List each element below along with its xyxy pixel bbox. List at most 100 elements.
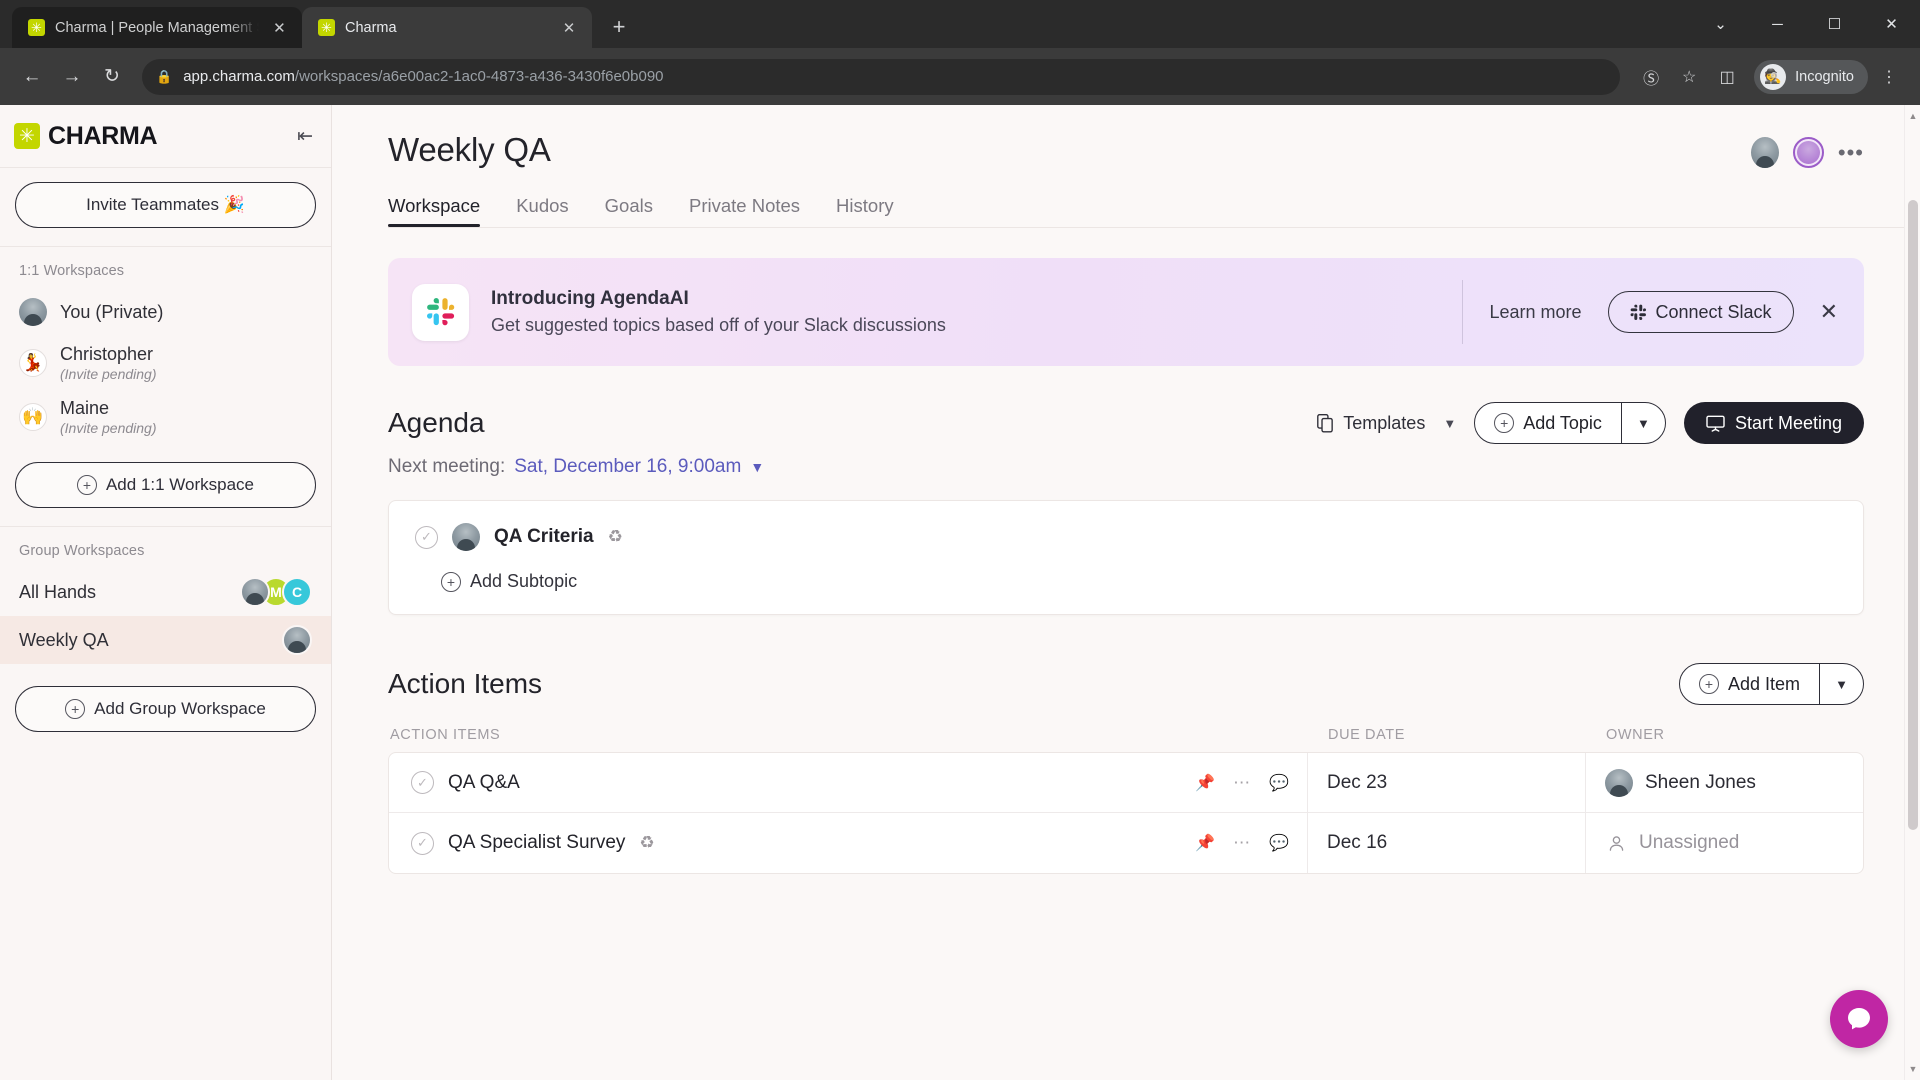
add-subtopic-button[interactable]: + Add Subtopic [389,565,1863,614]
add-one-on-one-workspace-button[interactable]: + Add 1:1 Workspace [15,462,316,508]
user-icon [1605,832,1627,854]
minimize-icon[interactable]: ─ [1749,0,1806,48]
main-scrollbar[interactable]: ▲ ▼ [1904,105,1920,1080]
comment-icon[interactable]: 💬 [1269,833,1289,853]
sidebar-item-label: Weekly QA [19,629,109,650]
collapse-sidebar-icon[interactable]: ⇤ [297,125,313,148]
main-content: Weekly QA ••• Workspace Kudos Goals Priv… [332,105,1920,1080]
charma-favicon-icon: ✳ [28,19,45,36]
comment-icon[interactable]: 💬 [1269,773,1289,793]
due-date-cell[interactable]: Dec 23 [1308,753,1586,812]
agenda-topic-row[interactable]: ✓ QA Criteria ♻ [389,501,1863,565]
next-meeting-row: Next meeting: Sat, December 16, 9:00am ▼ [388,456,1864,478]
tabs-divider [388,227,1920,228]
invite-teammates-button[interactable]: Invite Teammates 🎉 [15,182,316,228]
copy-icon [1317,413,1334,433]
bookmark-star-icon[interactable]: ☆ [1672,60,1706,94]
app-body: ✳ CHARMA ⇤ Invite Teammates 🎉 1:1 Worksp… [0,105,1920,1080]
url-host: app.charma.com [183,68,295,85]
due-date-cell[interactable]: Dec 16 [1308,813,1586,873]
browser-tab-1[interactable]: ✳ Charma | People Management S ✕ [12,7,302,48]
add-group-workspace-button[interactable]: + Add Group Workspace [15,686,316,732]
add-item-dropdown-icon[interactable]: ▼ [1819,664,1863,704]
avatar[interactable] [1750,137,1779,168]
add-item-label: Add Item [1727,673,1800,694]
tab-goals[interactable]: Goals [605,195,653,227]
owner-cell[interactable]: Sheen Jones [1586,753,1863,812]
recurring-icon: ♻ [607,527,623,546]
sidebar-item-maine[interactable]: 🙌 Maine (Invite pending) [0,390,331,444]
incognito-profile-button[interactable]: 🕵 Incognito [1754,59,1868,94]
one-on-one-section-label: 1:1 Workspaces [19,263,125,279]
avatar [452,523,480,551]
learn-more-link[interactable]: Learn more [1489,302,1581,323]
avatar-active[interactable] [1792,137,1824,168]
more-options-icon[interactable]: ⋯ [1233,833,1251,853]
pin-icon[interactable]: 📌 [1195,773,1215,793]
tab-private-notes[interactable]: Private Notes [689,195,800,227]
add-topic-dropdown-icon[interactable]: ▼ [1620,403,1665,443]
complete-action-item-checkbox[interactable]: ✓ [411,771,434,794]
column-header-due-date: DUE DATE [1328,727,1406,743]
banner-text: Introducing AgendaAI Get suggested topic… [491,288,946,336]
maximize-icon[interactable]: ☐ [1806,0,1863,48]
more-options-icon[interactable]: ••• [1838,141,1864,163]
reload-icon[interactable]: ↻ [94,59,130,95]
scroll-up-icon[interactable]: ▲ [1905,107,1920,125]
table-row[interactable]: ✓ QA Specialist Survey ♻ 📌 ⋯ 💬 Dec 16 Un… [389,813,1863,873]
table-row[interactable]: ✓ QA Q&A 📌 ⋯ 💬 Dec 23 Sheen Jones [389,753,1863,813]
add-item-button[interactable]: + Add Item [1680,664,1819,704]
sidebar-item-weekly-qa[interactable]: Weekly QA [0,616,331,664]
tab-workspace[interactable]: Workspace [388,195,481,227]
sidebar-item-you-private[interactable]: You (Private) [0,288,331,336]
complete-topic-checkbox[interactable]: ✓ [415,525,438,549]
avatar: C [282,577,312,607]
agendaai-banner: Introducing AgendaAI Get suggested topic… [388,258,1864,366]
window-close-icon[interactable]: ✕ [1863,0,1920,48]
chevron-down-icon[interactable]: ▼ [750,459,764,475]
start-meeting-button[interactable]: Start Meeting [1683,402,1864,444]
browser-menu-icon[interactable]: ⋮ [1872,60,1906,94]
intercom-launcher-button[interactable] [1830,990,1888,1048]
avatar: 🙌 [19,403,47,431]
side-panel-icon[interactable]: ◫ [1710,60,1744,94]
scroll-down-icon[interactable]: ▼ [1905,1060,1920,1078]
chevron-down-icon[interactable]: ⌄ [1692,0,1749,48]
new-tab-button[interactable]: + [602,10,636,44]
slack-icon [412,283,469,341]
close-icon[interactable]: ✕ [1820,299,1838,325]
tab-history[interactable]: History [836,195,894,227]
close-icon[interactable]: ✕ [269,17,290,39]
add-topic-button[interactable]: + Add Topic [1475,403,1621,443]
forward-icon[interactable]: → [54,59,90,95]
member-avatar-group: M C [240,577,312,607]
browser-tab-2[interactable]: ✳ Charma ✕ [302,7,592,48]
complete-action-item-checkbox[interactable]: ✓ [411,831,434,855]
owner-label: Sheen Jones [1645,771,1756,793]
scrollbar-thumb[interactable] [1908,200,1918,830]
header-actions: ••• [1750,131,1864,168]
pin-icon[interactable]: 📌 [1195,833,1215,853]
plus-circle-icon: + [441,571,461,592]
templates-button[interactable]: Templates [1317,413,1425,434]
sidebar-item-label: Christopher [60,344,154,364]
block-tracking-icon[interactable]: Ⓢ [1634,60,1668,94]
sidebar-item-text: Christopher (Invite pending) [60,343,157,383]
sidebar-item-label: Maine [60,398,110,418]
more-options-icon[interactable]: ⋯ [1233,773,1251,793]
tab-kudos[interactable]: Kudos [516,195,568,227]
action-items-header: Action Items + Add Item ▼ [388,663,1864,705]
address-bar[interactable]: 🔒 app.charma.com/workspaces/a6e00ac2-1ac… [142,58,1621,95]
owner-cell[interactable]: Unassigned [1586,813,1863,873]
window-controls: ⌄ ─ ☐ ✕ [1692,0,1920,48]
browser-toolbar: ← → ↻ 🔒 app.charma.com/workspaces/a6e00a… [0,48,1920,105]
close-icon[interactable]: ✕ [558,17,580,39]
back-icon[interactable]: ← [14,59,50,95]
next-meeting-value[interactable]: Sat, December 16, 9:00am [514,456,741,478]
chevron-down-icon[interactable]: ▼ [1443,416,1456,431]
recurring-icon: ♻ [639,833,655,852]
connect-slack-button[interactable]: Connect Slack [1607,291,1794,333]
sidebar-item-christopher[interactable]: 💃 Christopher (Invite pending) [0,336,331,390]
sidebar-item-all-hands[interactable]: All Hands M C [0,568,331,616]
action-item-icons: 📌 ⋯ 💬 [1195,773,1289,793]
